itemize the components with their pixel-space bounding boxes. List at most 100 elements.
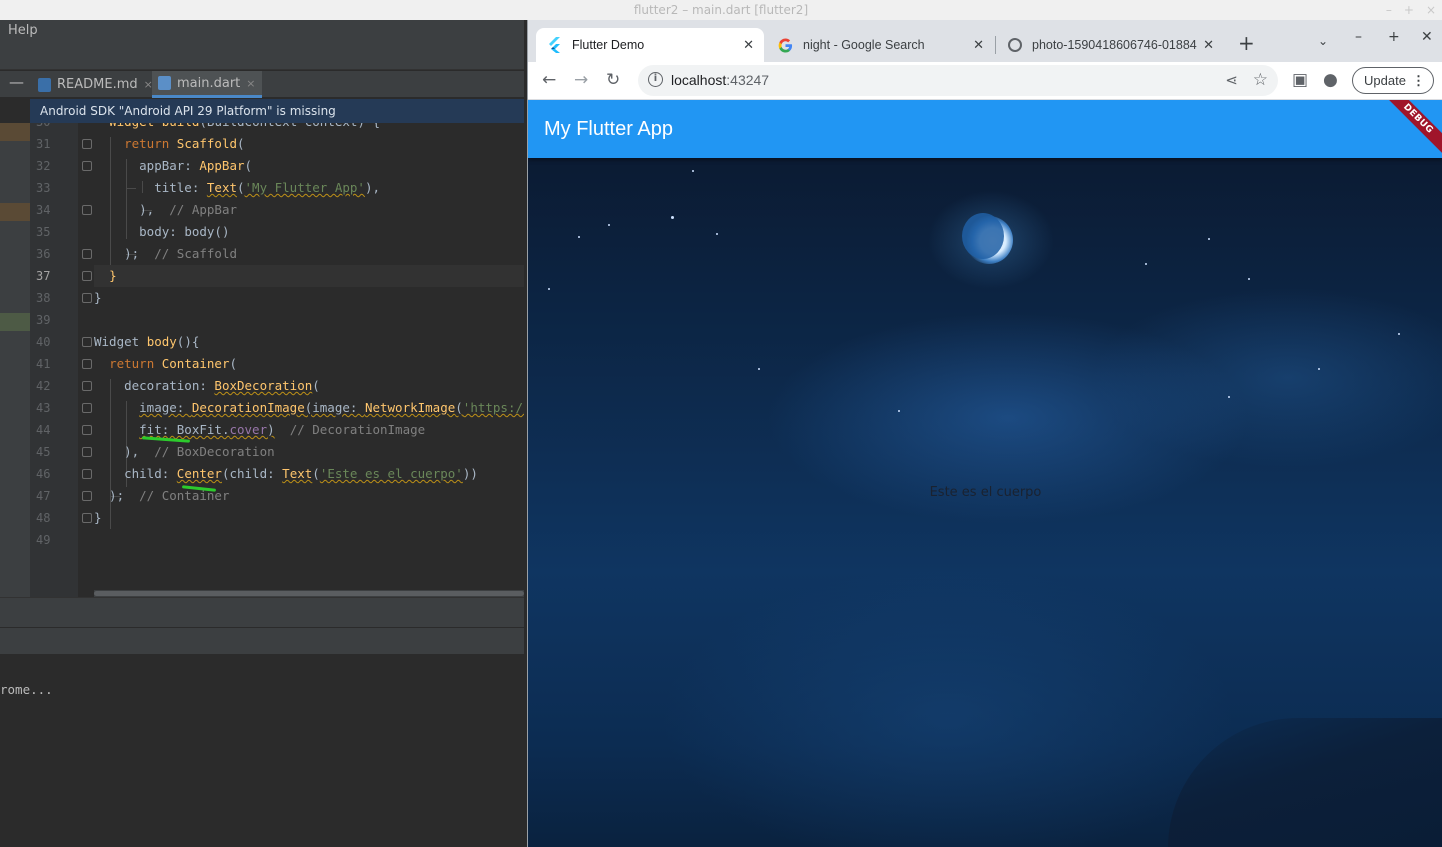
line-number: 46: [36, 467, 51, 481]
code-area[interactable]: Widget build(BuildContext context) { ret…: [94, 123, 524, 597]
horizontal-scrollbar[interactable]: [94, 590, 524, 597]
update-button[interactable]: Update ⋮: [1352, 67, 1434, 94]
chevron-down-icon[interactable]: ⌄: [1318, 34, 1328, 48]
moon-shadow: [962, 213, 1004, 259]
code-line: ); // Scaffold: [94, 246, 238, 261]
browser-tab-flutter-demo[interactable]: Flutter Demo ✕: [536, 28, 764, 62]
line-number: 41: [36, 357, 51, 371]
flutter-logo-icon: [549, 37, 560, 53]
star: [1248, 278, 1250, 280]
star: [716, 233, 718, 235]
code-line: Widget build(BuildContext context) {: [94, 123, 524, 133]
bookmark-star-icon[interactable]: ☆: [1253, 70, 1268, 90]
side-panel-icon[interactable]: ▣: [1292, 70, 1308, 90]
fold-icon[interactable]: [82, 337, 92, 347]
browser-tab-photo[interactable]: photo-1590418606746-01884 ✕: [996, 28, 1224, 62]
window-controls: – + ×: [1386, 0, 1436, 20]
app-title: My Flutter App: [544, 118, 673, 140]
google-g-icon: [778, 37, 793, 53]
url-text[interactable]: localhost:43247: [671, 72, 769, 88]
change-marker: [0, 203, 30, 221]
address-bar[interactable]: i localhost:43247 ⋖ ☆: [638, 65, 1278, 96]
line-number: 33: [36, 181, 51, 195]
fold-icon[interactable]: [82, 139, 92, 149]
browser-toolbar: ← → ↻ i localhost:43247 ⋖ ☆ ▣ ● Update ⋮: [528, 62, 1442, 100]
tab-readme[interactable]: README.md ×: [32, 71, 159, 98]
code-line: child: Center(child: Text('Este es el cu…: [94, 466, 478, 481]
maximize-icon[interactable]: +: [1388, 29, 1400, 45]
fold-icon[interactable]: [82, 359, 92, 369]
site-info-icon[interactable]: i: [648, 72, 663, 87]
line-number: 40: [36, 335, 51, 349]
minimize-icon[interactable]: –: [1386, 0, 1392, 20]
code-line: }: [94, 510, 102, 525]
forward-icon[interactable]: →: [574, 70, 588, 90]
star: [578, 236, 580, 238]
minimize-icon[interactable]: –: [1355, 29, 1362, 45]
fold-icon[interactable]: [82, 161, 92, 171]
tab-main-dart[interactable]: main.dart ×: [152, 71, 262, 98]
run-panel-toolbar: [0, 627, 524, 654]
close-window-icon[interactable]: ✕: [1421, 29, 1433, 45]
sdk-missing-notice[interactable]: Android SDK "Android API 29 Platform" is…: [30, 99, 524, 123]
back-icon[interactable]: ←: [542, 70, 556, 90]
line-number-gutter: 30 31 32 33 34 35 36 37 38 39 40 41 42 4…: [30, 123, 78, 597]
code-line: decoration: BoxDecoration(: [94, 378, 320, 393]
line-number: 31: [36, 137, 51, 151]
line-number: 30: [30, 123, 70, 133]
new-tab-icon[interactable]: +: [1238, 31, 1255, 55]
close-icon[interactable]: ✕: [743, 37, 754, 53]
code-line: appBar: AppBar(: [94, 158, 253, 173]
body-text: Este es el cuerpo: [929, 485, 1042, 500]
tab-title: photo-1590418606746-01884: [1032, 38, 1197, 52]
star: [1228, 396, 1230, 398]
line-number: 32: [36, 159, 51, 173]
code-line: ), // BoxDecoration: [94, 444, 275, 459]
fold-icon[interactable]: [82, 425, 92, 435]
collapse-icon[interactable]: —: [9, 73, 24, 91]
fold-icon[interactable]: [82, 403, 92, 413]
star: [898, 410, 900, 412]
line-number-current: 37: [36, 269, 51, 283]
tool-window-header: [0, 597, 524, 627]
fold-icon[interactable]: [82, 513, 92, 523]
close-icon[interactable]: ✕: [973, 37, 984, 53]
code-editor[interactable]: 30 31 32 33 34 35 36 37 38 39 40 41 42 4…: [0, 123, 524, 597]
fold-icon[interactable]: [82, 381, 92, 391]
run-console: rome...: [0, 654, 524, 847]
close-icon[interactable]: ×: [1426, 0, 1436, 20]
fold-icon[interactable]: [82, 271, 92, 281]
fold-icon[interactable]: [82, 293, 92, 303]
star: [1318, 368, 1320, 370]
screen: flutter2 – main.dart [flutter2] – + × He…: [0, 0, 1442, 847]
fold-icon[interactable]: [82, 249, 92, 259]
fold-icon[interactable]: [82, 205, 92, 215]
console-output: rome...: [0, 682, 53, 697]
star: [758, 368, 760, 370]
code-line: }: [94, 290, 102, 305]
maximize-icon[interactable]: +: [1404, 0, 1414, 20]
close-icon[interactable]: ✕: [1203, 37, 1214, 53]
browser-tab-google-search[interactable]: night - Google Search ✕: [766, 28, 994, 62]
profile-avatar-icon[interactable]: ●: [1323, 70, 1338, 90]
tab-strip: Flutter Demo ✕ night - Google Search ✕ p…: [528, 20, 1442, 62]
scroll-thumb[interactable]: [94, 591, 524, 596]
line-number: 34: [36, 203, 51, 217]
fold-icon[interactable]: [82, 447, 92, 457]
tab-title: night - Google Search: [803, 38, 925, 52]
code-line-current: }: [94, 265, 524, 287]
fold-icon[interactable]: [82, 491, 92, 501]
fold-icon[interactable]: [82, 469, 92, 479]
line-number: 44: [36, 423, 51, 437]
window-title: flutter2 – main.dart [flutter2]: [0, 0, 1442, 20]
menu-kebab-icon[interactable]: ⋮: [1412, 68, 1425, 93]
close-icon[interactable]: ×: [246, 77, 255, 90]
line-number: 36: [36, 247, 51, 261]
reload-icon[interactable]: ↻: [606, 70, 620, 90]
editor-tabs: — README.md × main.dart ×: [0, 71, 524, 98]
code-line: body: body(): [94, 224, 230, 239]
menu-help[interactable]: Help: [8, 23, 38, 38]
share-icon[interactable]: ⋖: [1225, 71, 1238, 89]
